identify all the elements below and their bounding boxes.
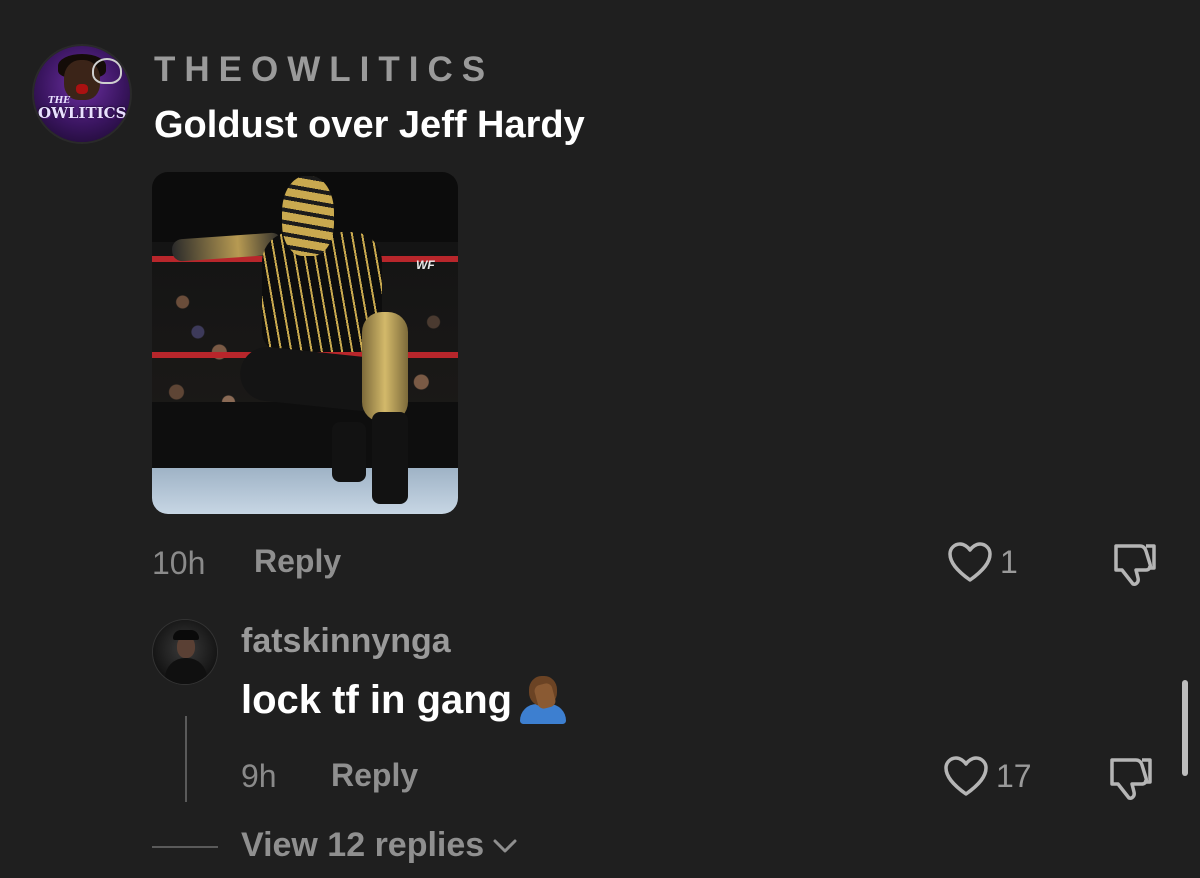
reply-button[interactable]: Reply [254, 543, 341, 580]
thumbs-down-icon[interactable] [1104, 752, 1154, 802]
image-ring-apron [152, 402, 458, 468]
view-replies-button[interactable]: View 12 replies [241, 826, 518, 865]
heart-icon [948, 542, 992, 582]
avatar[interactable]: THE OWLITICS [34, 46, 130, 142]
reply-timestamp: 9h [241, 758, 277, 794]
comments-screen: THE OWLITICS THEOWLITICS Goldust over Je… [0, 0, 1200, 878]
comment-image[interactable]: WF [152, 172, 458, 514]
comment-timestamp: 10h [152, 545, 206, 581]
heart-icon [944, 756, 988, 796]
image-wrestler-boot [372, 412, 408, 504]
avatar-logo-text: OWLITICS [38, 104, 127, 122]
image-ring-mat [152, 468, 458, 514]
image-wrestler-leg-gold [362, 312, 408, 422]
like-button[interactable]: 17 [942, 754, 1032, 798]
comment-username[interactable]: THEOWLITICS [154, 50, 494, 90]
thumbs-down-icon[interactable] [1108, 538, 1158, 588]
reply-avatar-cap [173, 630, 199, 640]
comment-text: Goldust over Jeff Hardy [154, 104, 585, 146]
reply-text: lock tf in gang [241, 677, 513, 722]
divider [152, 846, 218, 848]
image-watermark: WF [416, 258, 435, 272]
image-wrestler-boot [332, 422, 366, 482]
thread-line [185, 716, 187, 802]
like-button[interactable]: 1 [946, 540, 1018, 584]
reply-avatar-body [165, 658, 207, 684]
avatar-mouth [76, 84, 88, 94]
view-replies-label: View 12 replies [241, 826, 485, 864]
reply-text-row: lock tf in gang [241, 676, 570, 724]
image-wrestler-head [282, 176, 334, 256]
facepalm-emoji [516, 676, 570, 724]
scrollbar[interactable] [1182, 680, 1188, 776]
like-count: 17 [996, 757, 1032, 794]
reply-avatar[interactable] [153, 620, 217, 684]
chevron-down-icon [493, 839, 517, 852]
reply-button[interactable]: Reply [331, 757, 418, 794]
like-count: 1 [1000, 543, 1018, 580]
owl-icon [92, 58, 122, 84]
reply-username[interactable]: fatskinnynga [241, 622, 451, 661]
